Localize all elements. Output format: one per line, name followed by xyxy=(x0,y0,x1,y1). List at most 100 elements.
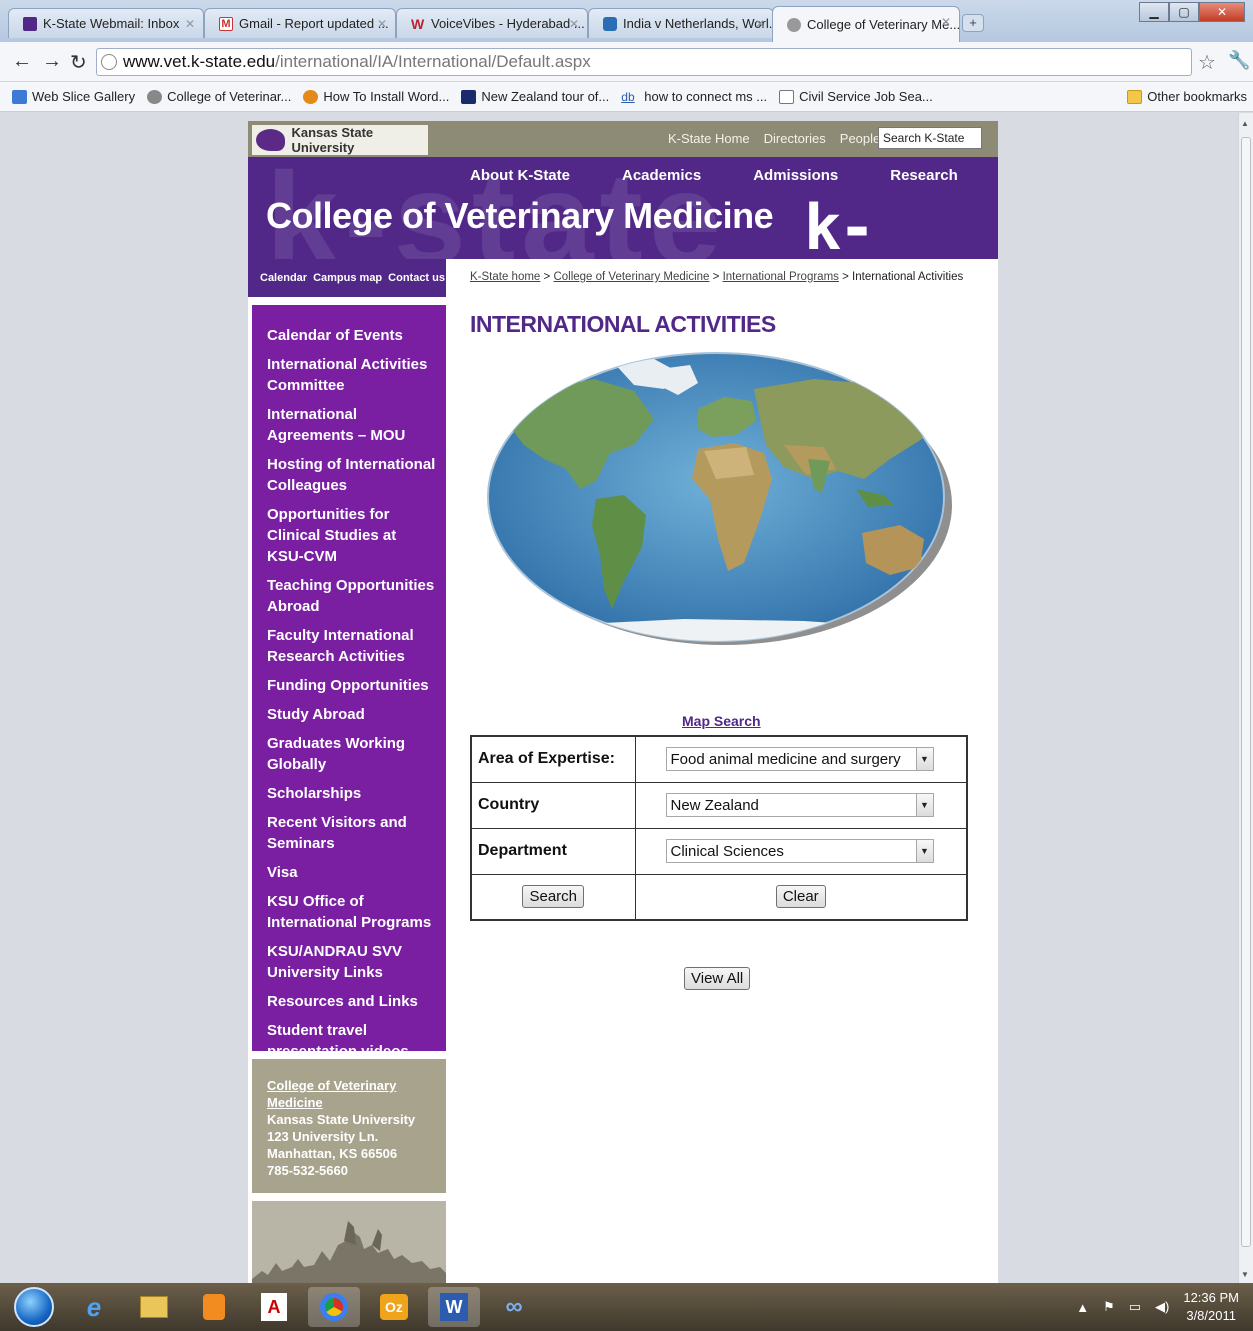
search-kstate-input[interactable]: Search K-State xyxy=(878,127,982,149)
kstate-wordmark[interactable]: k-state xyxy=(804,191,998,259)
expertise-row: Area of Expertise: Food animal medicine … xyxy=(470,735,968,783)
show-hidden-icons-icon[interactable]: ▲ xyxy=(1076,1300,1089,1315)
department-select[interactable]: Clinical Sciences ▼ xyxy=(665,839,934,863)
sidebar-item-agreements[interactable]: International Agreements – MOU xyxy=(267,404,436,446)
search-button[interactable]: Search xyxy=(522,885,585,909)
media-player-icon[interactable] xyxy=(188,1287,240,1327)
visual-studio-icon[interactable]: ∞ xyxy=(488,1287,540,1327)
close-tab-icon[interactable]: ✕ xyxy=(755,17,765,31)
nav-admissions[interactable]: Admissions xyxy=(753,167,838,184)
url-path: /international/IA/International/Default.… xyxy=(275,52,591,71)
tab-kstate-webmail[interactable]: K-State Webmail: Inbox ✕ xyxy=(8,8,204,38)
new-tab-button[interactable]: + xyxy=(962,14,984,32)
sidebar-item-visitors[interactable]: Recent Visitors and Seminars xyxy=(267,812,436,854)
sidebar-item-student-videos[interactable]: Student travel presentation videos xyxy=(267,1020,436,1062)
sidebar-item-scholarships[interactable]: Scholarships xyxy=(267,783,436,804)
maximize-icon[interactable]: ▢ xyxy=(1169,2,1199,22)
wrench-menu-icon[interactable]: 🔧 xyxy=(1228,50,1250,71)
sidebar-item-calendar[interactable]: Calendar of Events xyxy=(267,325,436,346)
sidebar-item-andrau[interactable]: KSU/ANDRAU SVV University Links xyxy=(267,941,436,983)
bookmark-item[interactable]: How To Install Word... xyxy=(303,89,449,104)
breadcrumb-intl-programs[interactable]: International Programs xyxy=(723,271,839,283)
college-title[interactable]: College of Veterinary Medicine xyxy=(266,195,774,237)
system-clock[interactable]: 12:36 PM 3/8/2011 xyxy=(1183,1289,1239,1325)
bookmark-item[interactable]: New Zealand tour of... xyxy=(461,89,609,104)
file-explorer-icon[interactable] xyxy=(128,1287,180,1327)
clear-button[interactable]: Clear xyxy=(775,885,826,909)
dropdown-arrow-icon[interactable]: ▼ xyxy=(915,840,933,862)
bookmark-item[interactable]: Civil Service Job Sea... xyxy=(779,89,933,104)
close-window-icon[interactable]: ✕ xyxy=(1199,2,1245,22)
sidebar-item-committee[interactable]: International Activities Committee xyxy=(267,354,436,396)
action-center-flag-icon[interactable]: ⚑ xyxy=(1103,1299,1115,1315)
link-kstate-home[interactable]: K-State Home xyxy=(668,131,750,146)
other-bookmarks[interactable]: Other bookmarks xyxy=(1127,89,1247,104)
sidebar-item-visa[interactable]: Visa xyxy=(267,862,436,883)
tab-gmail[interactable]: M Gmail - Report updated ... ✕ xyxy=(204,8,396,38)
close-tab-icon[interactable]: ✕ xyxy=(185,17,195,31)
scroll-down-icon[interactable]: ▼ xyxy=(1241,1270,1249,1279)
tab-label: College of Veterinary Me... xyxy=(807,17,960,32)
tab-label: VoiceVibes - Hyderabad ... xyxy=(431,16,585,31)
bookmark-item[interactable]: College of Veterinar... xyxy=(147,89,291,104)
close-tab-icon[interactable]: ✕ xyxy=(569,17,579,31)
link-people[interactable]: People xyxy=(840,131,880,146)
dropdown-arrow-icon[interactable]: ▼ xyxy=(915,748,933,771)
country-select[interactable]: New Zealand ▼ xyxy=(665,793,934,817)
world-map-image[interactable] xyxy=(484,349,956,645)
sidebar-item-resources[interactable]: Resources and Links xyxy=(267,991,436,1012)
link-campus-map[interactable]: Campus map xyxy=(313,272,382,284)
network-icon[interactable]: ▭ xyxy=(1129,1299,1141,1315)
reload-icon[interactable]: ↻ xyxy=(70,50,87,75)
start-button-icon[interactable] xyxy=(14,1287,54,1327)
close-tab-icon[interactable]: ✕ xyxy=(377,17,387,31)
ksu-top-strip: Kansas State University K-State Home Dir… xyxy=(248,121,998,157)
sidebar-item-ksu-office[interactable]: KSU Office of International Programs xyxy=(267,891,436,933)
bookmark-star-icon[interactable]: ☆ xyxy=(1198,50,1216,75)
map-search-link[interactable]: Map Search xyxy=(682,713,761,729)
sidebar-item-faculty-research[interactable]: Faculty International Research Activitie… xyxy=(267,625,436,667)
ksu-logo[interactable]: Kansas State University xyxy=(252,125,428,155)
outlook-icon[interactable]: Oz xyxy=(368,1287,420,1327)
acrobat-icon[interactable]: A xyxy=(248,1287,300,1327)
bookmark-item[interactable]: Web Slice Gallery xyxy=(12,89,135,104)
bookmark-item[interactable]: db how to connect ms ... xyxy=(621,89,767,104)
link-calendar[interactable]: Calendar xyxy=(260,272,307,284)
sidebar-item-hosting[interactable]: Hosting of International Colleagues xyxy=(267,454,436,496)
puzzle-icon xyxy=(303,89,319,104)
address-bar[interactable]: www.vet.k-state.edu/international/IA/Int… xyxy=(96,48,1192,76)
expertise-select[interactable]: Food animal medicine and surgery ▼ xyxy=(665,747,934,772)
web-slice-icon xyxy=(12,89,27,104)
folder-icon xyxy=(1127,89,1143,104)
scroll-thumb[interactable] xyxy=(1241,137,1251,1247)
view-all-button[interactable]: View All xyxy=(684,967,751,990)
address-college-link[interactable]: College of Veterinary Medicine xyxy=(267,1077,436,1111)
close-tab-icon[interactable]: ✕ xyxy=(941,15,951,29)
sidebar-item-study-abroad[interactable]: Study Abroad xyxy=(267,704,436,725)
sidebar-item-clinical[interactable]: Opportunities for Clinical Studies at KS… xyxy=(267,504,436,567)
nav-about[interactable]: About K-State xyxy=(470,167,570,184)
dropdown-arrow-icon[interactable]: ▼ xyxy=(915,794,933,816)
nav-academics[interactable]: Academics xyxy=(622,167,701,184)
tab-cricket[interactable]: India v Netherlands, Worl... ✕ xyxy=(588,8,774,38)
volume-icon[interactable]: ◀) xyxy=(1155,1299,1169,1315)
tab-voicevibes[interactable]: W VoiceVibes - Hyderabad ... ✕ xyxy=(396,8,588,38)
breadcrumb-college[interactable]: College of Veterinary Medicine xyxy=(553,271,709,283)
breadcrumb-kstate-home[interactable]: K-State home xyxy=(470,271,540,283)
minimize-icon[interactable]: ▁ xyxy=(1139,2,1169,22)
tab-college-vet[interactable]: College of Veterinary Me... ✕ xyxy=(772,6,960,42)
link-contact-us[interactable]: Contact us xyxy=(388,272,445,284)
sidebar-item-graduates[interactable]: Graduates Working Globally xyxy=(267,733,436,775)
sidebar-item-teaching[interactable]: Teaching Opportunities Abroad xyxy=(267,575,436,617)
word-icon[interactable]: W xyxy=(428,1287,480,1327)
page-info-icon[interactable] xyxy=(101,54,117,70)
page-scrollbar[interactable]: ▲ ▼ xyxy=(1238,113,1253,1283)
back-arrow-icon[interactable]: ← xyxy=(12,50,32,73)
forward-arrow-icon[interactable]: → xyxy=(42,50,62,73)
internet-explorer-icon[interactable]: e xyxy=(68,1287,120,1327)
link-directories[interactable]: Directories xyxy=(764,131,826,146)
nav-research[interactable]: Research xyxy=(890,167,958,184)
chrome-icon[interactable] xyxy=(308,1287,360,1327)
scroll-up-icon[interactable]: ▲ xyxy=(1241,119,1249,128)
sidebar-item-funding[interactable]: Funding Opportunities xyxy=(267,675,436,696)
